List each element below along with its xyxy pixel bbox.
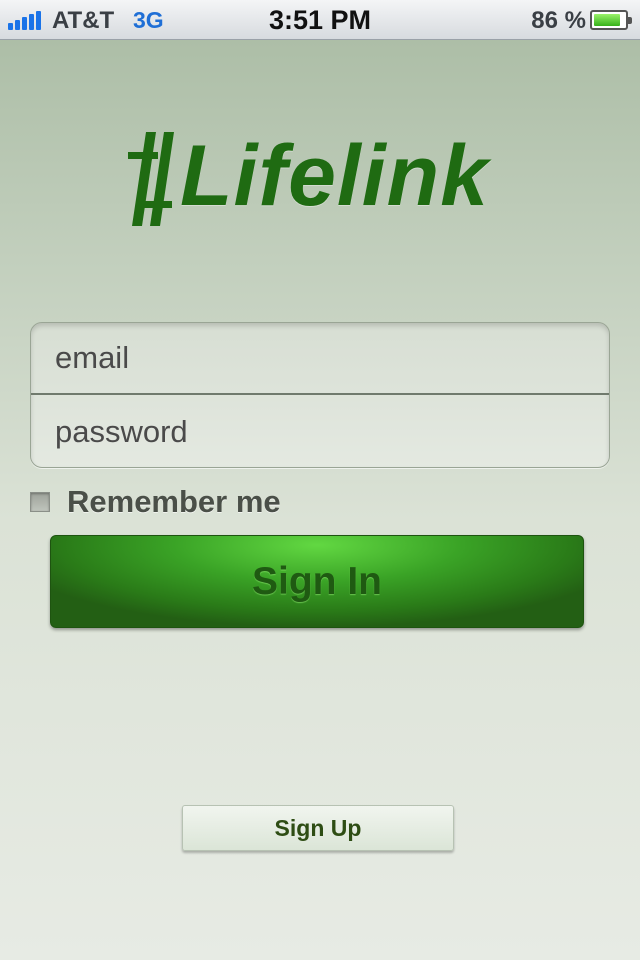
remember-me-checkbox[interactable] [30,492,50,512]
battery-icon [590,10,632,30]
battery-percent: 86 % [531,7,586,34]
password-field[interactable] [55,407,595,457]
login-field-group [30,322,610,468]
logo-text: Lifelink [180,128,490,224]
sign-in-button[interactable]: Sign In [50,535,584,628]
battery-fill [594,14,620,26]
status-bar: AT&T 3G 3:51 PM 86 % [0,0,640,40]
password-row [31,396,609,467]
sign-up-label: Sign Up [274,814,362,841]
sign-in-label: Sign In [252,559,382,603]
app-logo: Lifelink [126,128,526,228]
remember-me-label[interactable]: Remember me [67,484,281,520]
sign-up-button[interactable]: Sign Up [182,805,454,851]
remember-me-row: Remember me [30,482,281,522]
email-row [31,323,609,395]
lifelink-mark-icon [128,132,174,226]
email-field[interactable] [55,333,595,383]
